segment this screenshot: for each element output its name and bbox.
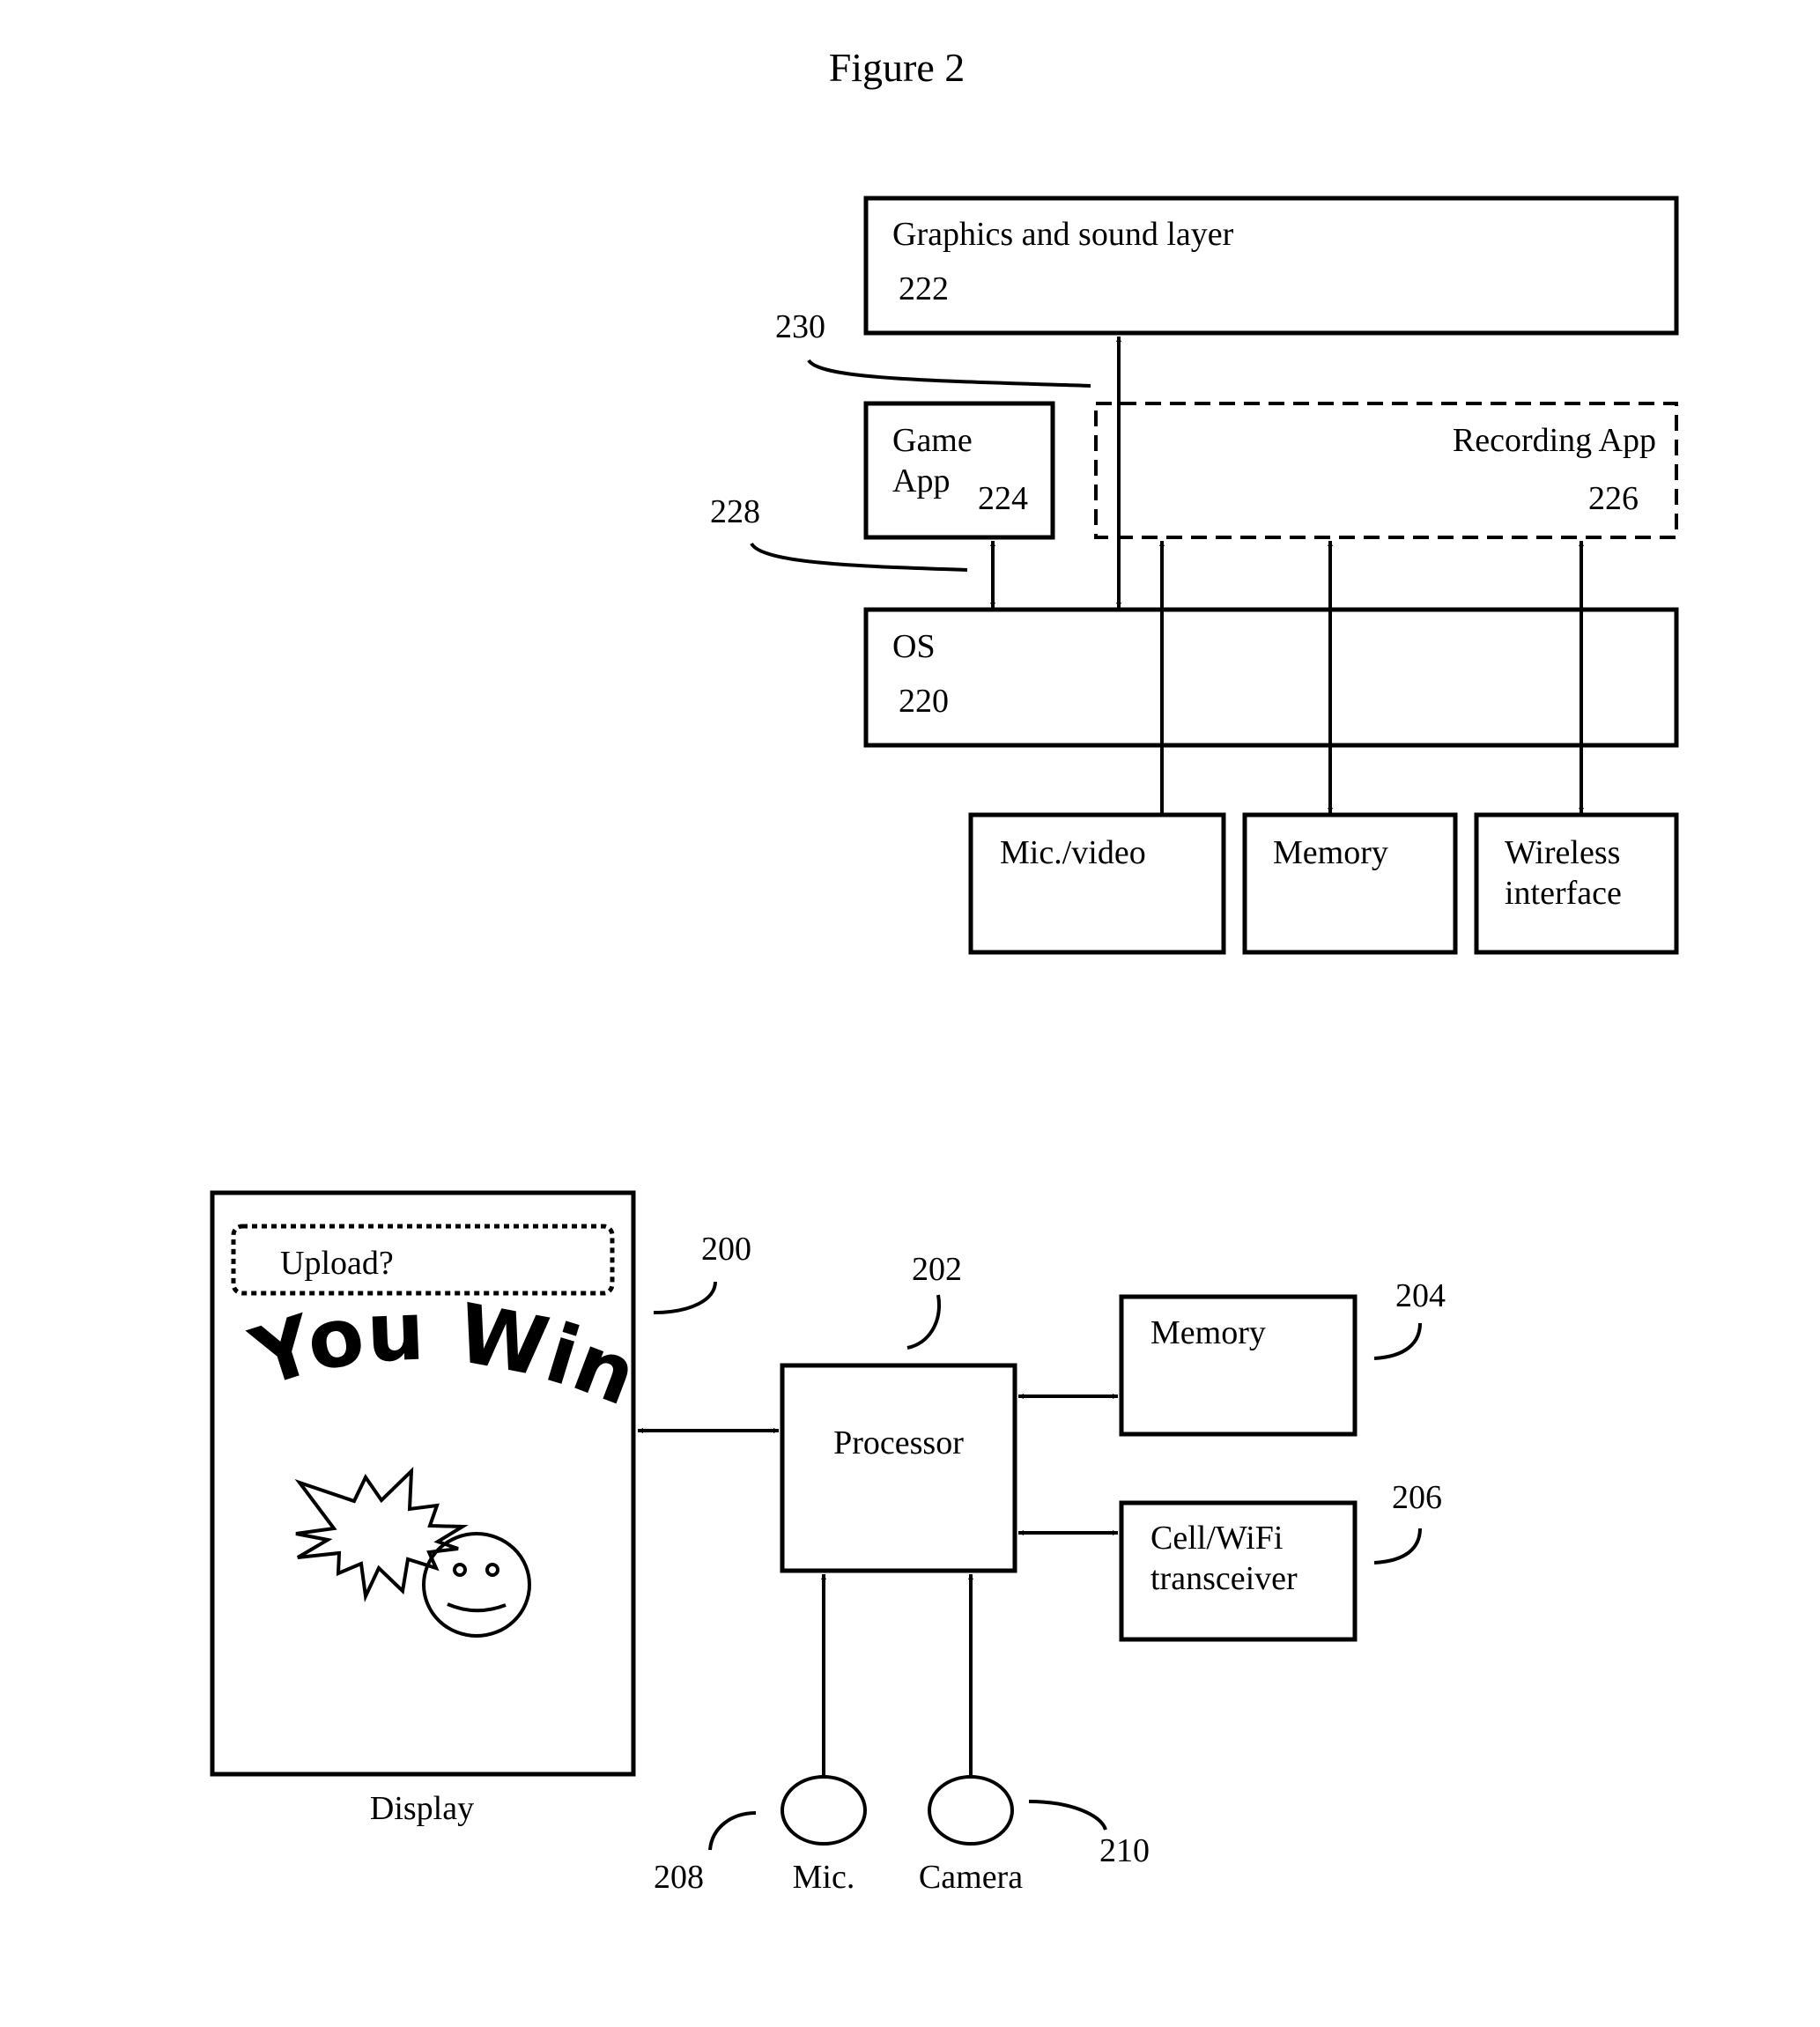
figure-title: Figure 2 [829,45,965,90]
ref-228-leader [750,542,968,572]
software-stack-diagram: Graphics and sound layer 222 Game App 22… [710,196,1679,955]
camera-component: Camera [919,1775,1023,1896]
cell-wifi-transceiver-box: Cell/WiFi transceiver [1119,1500,1358,1642]
transceiver-label-line1: Cell/WiFi [1150,1520,1283,1557]
display-device: Upload? You Win!! Display [0,0,648,1827]
ref-204-leader [1373,1322,1422,1360]
mic-component: Mic. [781,1775,867,1896]
recording-app-label: Recording App [1453,422,1656,459]
processor-label: Processor [833,1424,964,1461]
ref-208-leader [708,1811,757,1851]
graphics-sound-layer-box: Graphics and sound layer 222 [863,196,1679,336]
ref-206-leader [1373,1528,1422,1565]
camera-label: Camera [919,1859,1023,1896]
memory-box-bottom: Memory [1119,1294,1358,1437]
ref-200-leader [653,1281,717,1314]
ref-206: 206 [1392,1479,1442,1516]
figure-canvas: Figure 2 Graphics and sound layer 222 Ga… [0,0,1679,1896]
memory-bottom-label: Memory [1150,1314,1266,1351]
graphics-layer-ref: 222 [899,270,949,307]
graphics-layer-label: Graphics and sound layer [892,216,1234,253]
ref-202: 202 [912,1251,962,1288]
memory-top-label: Memory [1273,834,1388,871]
ref-228: 228 [710,493,760,530]
ref-202-leader [906,1294,941,1350]
ref-208: 208 [654,1859,704,1896]
camera-icon [928,1775,1014,1846]
game-app-label-line2: App [892,462,950,499]
ref-230: 230 [775,308,825,345]
game-app-ref: 224 [978,480,1028,517]
transceiver-label-line2: transceiver [1150,1560,1298,1597]
os-label: OS [892,628,936,665]
wireless-interface-box: Wireless interface [1474,812,1679,955]
mic-video-label: Mic./video [1000,834,1146,871]
ref-210-leader [1028,1800,1107,1831]
os-box: OS 220 [863,607,1679,748]
game-app-box: Game App 224 [863,401,1055,540]
mic-icon [781,1775,867,1846]
mic-video-box: Mic./video [968,812,1226,955]
ref-210: 210 [1099,1832,1150,1869]
recording-app-box: Recording App 226 [1094,402,1678,539]
os-ref: 220 [899,683,949,720]
ref-230-leader [807,359,1091,388]
ref-204: 204 [1395,1277,1446,1314]
wireless-label-line2: interface [1505,875,1622,912]
upload-prompt-label: Upload? [280,1245,394,1282]
ref-200: 200 [701,1231,751,1268]
processor-box: Processor [780,1363,1017,1573]
recording-app-ref: 226 [1588,480,1639,517]
wireless-label-line1: Wireless [1505,834,1620,871]
memory-box-top: Memory [1242,812,1458,955]
mic-label: Mic. [793,1859,855,1896]
game-app-label-line1: Game [892,422,973,459]
display-caption: Display [370,1790,474,1827]
